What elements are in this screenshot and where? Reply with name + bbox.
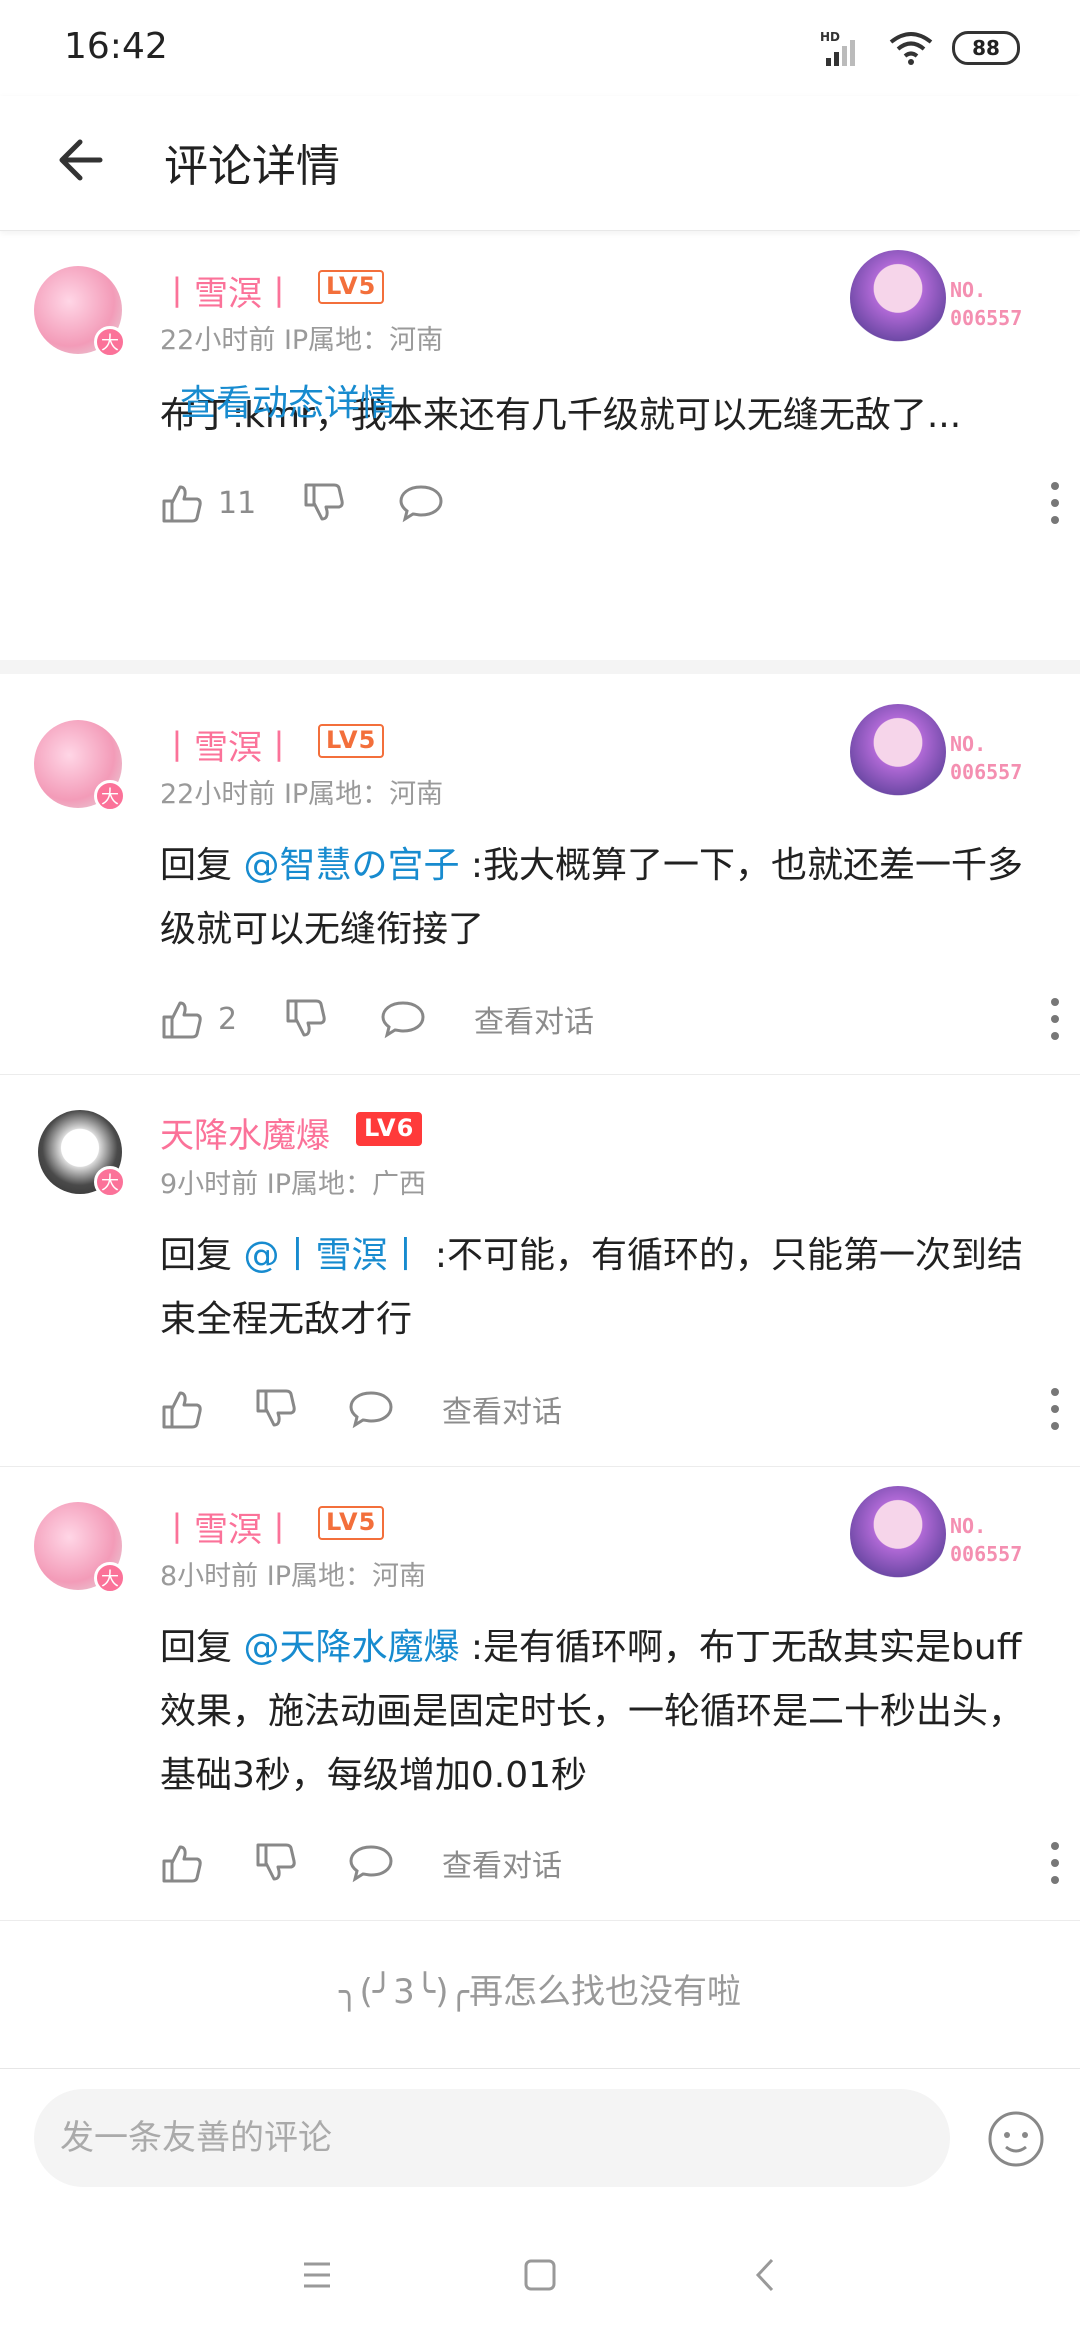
username[interactable]: 天降水魔爆 (160, 1108, 330, 1157)
comment-bubble-icon (399, 485, 443, 523)
reply-button[interactable] (348, 1384, 394, 1434)
like-count: 2 (218, 1001, 238, 1037)
fan-badge: NO. 006557 (850, 250, 1040, 346)
system-nav-bar (0, 2208, 1080, 2340)
system-icons: HD 88 (820, 28, 1020, 68)
view-conversation-link[interactable]: 查看对话 (474, 994, 594, 1044)
back-nav-icon[interactable] (740, 2248, 794, 2302)
network-type-label: HD (820, 30, 840, 44)
avatar[interactable]: 大 (34, 1502, 126, 1594)
thumb-down-icon (304, 483, 344, 521)
username[interactable]: 丨雪溟丨 (160, 1502, 296, 1551)
mention-link[interactable]: @智慧の宫子 (243, 845, 459, 886)
like-button[interactable] (160, 1384, 204, 1434)
thumb-down-icon (286, 999, 326, 1037)
fan-badge-avatar-icon (850, 704, 946, 800)
emoji-icon[interactable] (986, 2109, 1046, 2169)
thumb-up-icon (162, 1001, 202, 1039)
comment-text: 回复 @智慧の宫子 :我大概算了一下，也就还差一千多级就可以无缝衔接了 (160, 834, 1040, 962)
reply-prefix: 回复 (160, 845, 244, 886)
thumb-up-icon (162, 485, 202, 523)
section-divider (0, 660, 1080, 674)
username[interactable]: 丨雪溟丨 (160, 720, 296, 769)
reply-button[interactable] (380, 994, 426, 1044)
mention-link[interactable]: @天降水魔爆 (243, 1627, 459, 1668)
level-badge: LV5 (318, 1506, 385, 1540)
comment-text: 回复 @丨雪溟丨 :不可能，有循环的，只能第一次到结束全程无敌才行 (160, 1224, 1040, 1352)
level-badge: LV5 (318, 724, 385, 758)
fan-badge-avatar-icon (850, 1486, 946, 1582)
comment-meta: 8小时前 IP属地：河南 (160, 1561, 427, 1592)
signal-icon: HD (820, 30, 855, 66)
status-bar: 16:42 HD 88 (0, 0, 1080, 96)
reply-button[interactable] (348, 1838, 394, 1888)
avatar[interactable]: 大 (38, 1110, 126, 1198)
comment-actions: 查看对话 (160, 1838, 1059, 1888)
view-conversation-link[interactable]: 查看对话 (442, 1838, 562, 1888)
comment-bubble-icon (381, 1001, 425, 1039)
level-badge: LV6 (356, 1112, 423, 1146)
dislike-button[interactable] (302, 478, 346, 528)
comment-input-bar (0, 2068, 1080, 2209)
fan-badge: NO. 006557 (850, 704, 1040, 800)
level-badge: LV5 (318, 270, 385, 304)
thumb-down-icon (256, 1843, 296, 1881)
avatar[interactable]: 大 (34, 266, 126, 358)
page-title: 评论详情 (164, 141, 340, 192)
dislike-button[interactable] (254, 1838, 298, 1888)
wifi-icon (889, 32, 933, 65)
fan-badge-avatar-icon (850, 250, 946, 346)
battery-indicator: 88 (952, 31, 1020, 65)
comment-item: 大 丨雪溟丨 LV5 22小时前 IP属地：河南 NO. 006557 回复 @… (0, 684, 1080, 1075)
comment-input[interactable] (34, 2089, 950, 2187)
like-button[interactable]: 11 (160, 478, 256, 528)
back-arrow-icon[interactable] (50, 128, 114, 192)
dislike-button[interactable] (284, 994, 328, 1044)
view-dynamic-detail-link[interactable]: 查看动态详情 (180, 374, 396, 426)
reply-prefix: 回复 (160, 1627, 244, 1668)
comment-text: 回复 @天降水魔爆 :是有循环啊，布丁无敌其实是buff效果，施法动画是固定时长… (160, 1616, 1040, 1808)
more-options-icon[interactable] (1050, 996, 1060, 1042)
comment-item: 大 丨雪溟丨 LV5 8小时前 IP属地：河南 NO. 006557 回复 @天… (0, 1466, 1080, 1921)
dislike-button[interactable] (254, 1384, 298, 1434)
fan-badge-number: NO. 006557 (950, 278, 1023, 330)
reply-button[interactable] (398, 478, 444, 528)
comment-item: 大 天降水魔爆 LV6 9小时前 IP属地：广西 回复 @丨雪溟丨 :不可能，有… (0, 1074, 1080, 1467)
avatar-badge: 大 (94, 780, 126, 812)
thumb-up-icon (162, 1391, 202, 1429)
comment-actions: 2 查看对话 (160, 994, 1059, 1044)
top-bar: 评论详情 (0, 96, 1080, 231)
no-more-text: ╮(╯3╰)╭再怎么找也没有啦 (338, 1972, 742, 2012)
avatar-badge: 大 (94, 326, 126, 358)
like-button[interactable]: 2 (160, 994, 237, 1044)
like-button[interactable] (160, 1838, 204, 1888)
fan-badge-number: NO. 006557 (950, 1514, 1023, 1566)
avatar[interactable]: 大 (34, 720, 126, 812)
comment-meta: 9小时前 IP属地：广西 (160, 1169, 427, 1200)
fan-badge-number: NO. 006557 (950, 732, 1023, 784)
more-options-icon[interactable] (1050, 1840, 1060, 1886)
fan-badge: NO. 006557 (850, 1486, 1040, 1582)
comment-meta: 22小时前 IP属地：河南 (160, 779, 444, 810)
username[interactable]: 丨雪溟丨 (160, 266, 296, 315)
thumb-down-icon (256, 1389, 296, 1427)
comment-bubble-icon (349, 1391, 393, 1429)
avatar-badge: 大 (94, 1166, 126, 1198)
comment-meta: 22小时前 IP属地：河南 (160, 325, 444, 356)
comment-item: 大 丨雪溟丨 LV5 22小时前 IP属地：河南 NO. 006557 布丁:k… (0, 230, 1080, 660)
comment-actions: 11 (160, 478, 1059, 528)
home-square-icon[interactable] (513, 2248, 567, 2302)
mention-link[interactable]: @丨雪溟丨 (243, 1235, 423, 1276)
more-options-icon[interactable] (1050, 1386, 1060, 1432)
avatar-badge: 大 (94, 1562, 126, 1594)
comment-actions: 查看对话 (160, 1384, 1059, 1434)
comment-bubble-icon (349, 1845, 393, 1883)
thumb-up-icon (162, 1845, 202, 1883)
reply-prefix: 回复 (160, 1235, 244, 1276)
more-options-icon[interactable] (1050, 480, 1060, 526)
like-count: 11 (218, 485, 257, 521)
status-time: 16:42 (64, 26, 168, 67)
menu-icon[interactable] (290, 2248, 344, 2302)
view-conversation-link[interactable]: 查看对话 (442, 1384, 562, 1434)
